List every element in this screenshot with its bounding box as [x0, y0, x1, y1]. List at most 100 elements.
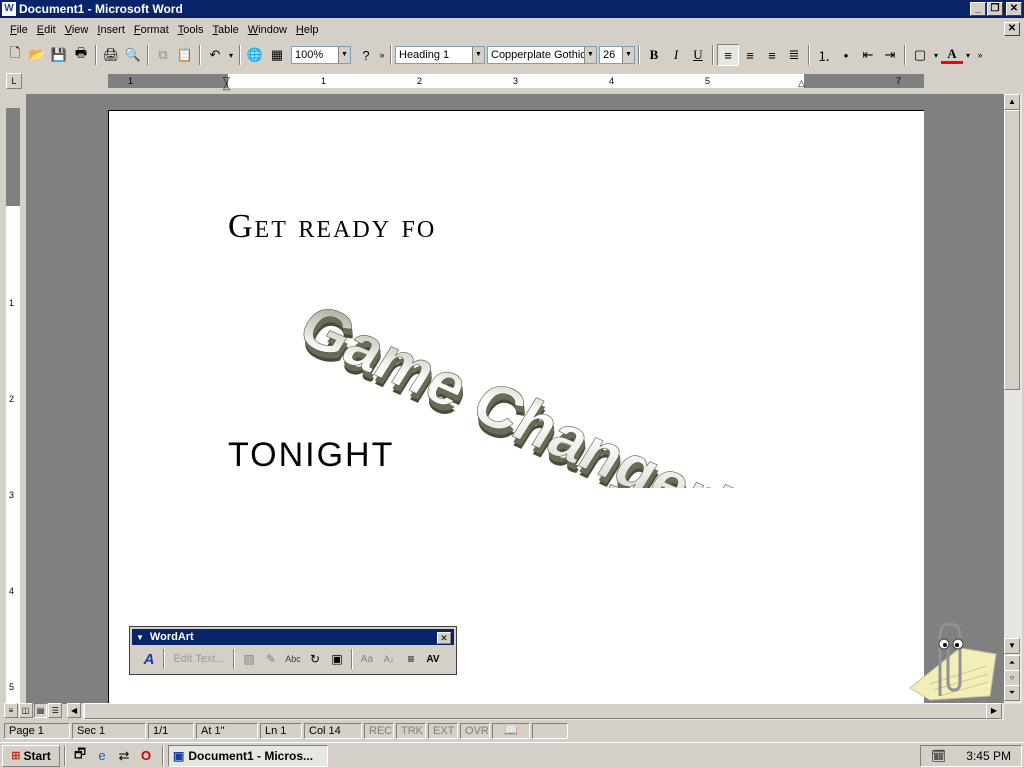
horizontal-scrollbar[interactable]: ▶ [82, 703, 1004, 720]
menu-view[interactable]: View [65, 24, 89, 36]
menu-tools[interactable]: Tools [178, 24, 204, 36]
font-size-select[interactable]: 26 ▼ [599, 46, 635, 64]
paste-icon[interactable]: 📋 [174, 44, 196, 66]
open-folder-icon[interactable]: 📂 [26, 44, 48, 66]
font-color-dropdown-icon[interactable]: ▾ [963, 44, 973, 66]
status-rec[interactable]: REC [364, 723, 394, 739]
restore-button[interactable]: ❐ [987, 2, 1003, 16]
vertical-ruler[interactable]: 1 2 3 4 5 [6, 108, 20, 704]
vertical-text-icon[interactable]: A↓ [378, 648, 400, 670]
more-buttons-icon[interactable]: » [973, 44, 987, 66]
scroll-down-icon[interactable]: ▼ [1004, 638, 1020, 654]
help-icon[interactable]: ? [355, 44, 377, 66]
status-ext[interactable]: EXT [428, 723, 458, 739]
taskbar-document-button[interactable]: ▣ Document1 - Micros... [168, 744, 328, 767]
minimize-button[interactable]: _ [970, 2, 986, 16]
internet-explorer-icon[interactable]: e [92, 746, 112, 766]
document-close-button[interactable]: ✕ [1004, 22, 1020, 36]
menu-edit[interactable]: Edit [37, 24, 56, 36]
increase-indent-icon[interactable]: ⇥ [879, 44, 901, 66]
office-assistant-clippy[interactable] [900, 618, 1000, 702]
status-trk[interactable]: TRK [396, 723, 426, 739]
permission-icon[interactable]: 🖶 [70, 44, 92, 66]
more-buttons-icon[interactable]: » [377, 44, 387, 66]
align-center-icon[interactable]: ≡ [739, 44, 761, 66]
status-ovr[interactable]: OVR [460, 723, 490, 739]
show-desktop-icon[interactable]: 🗗 [70, 746, 90, 766]
edit-text-button[interactable]: Edit Text... [168, 648, 230, 670]
style-select[interactable]: Heading 1 ▼ [395, 46, 485, 64]
scroll-right-icon[interactable]: ▶ [986, 703, 1002, 719]
menu-insert[interactable]: Insert [97, 24, 125, 36]
clock[interactable]: 3:45 PM [966, 749, 1011, 763]
close-icon[interactable]: ✕ [437, 632, 451, 644]
save-icon[interactable]: 💾 [48, 44, 70, 66]
character-spacing-icon[interactable]: AV [422, 648, 444, 670]
insert-table-icon[interactable]: ▦ [266, 44, 288, 66]
scroll-left-icon[interactable]: ◀ [67, 703, 81, 718]
menu-window[interactable]: Window [248, 24, 287, 36]
bold-button[interactable]: B [643, 44, 665, 66]
hanging-indent-marker[interactable]: △ [223, 82, 230, 91]
spelling-check-icon[interactable]: 📖 [492, 723, 530, 739]
undo-dropdown-icon[interactable]: ▾ [226, 44, 236, 66]
previous-page-icon[interactable]: ⏶ [1004, 655, 1020, 671]
zoom-select[interactable]: 100% ▼ [291, 46, 351, 64]
insert-wordart-icon[interactable]: A [138, 648, 160, 670]
next-page-icon[interactable]: ⏷ [1004, 685, 1020, 701]
horizontal-ruler[interactable]: 1 1 2 3 4 5 7 ▽ △ △ [108, 74, 924, 91]
format-wordart-icon[interactable]: ✎ [260, 648, 282, 670]
opera-icon[interactable]: O [136, 746, 156, 766]
border-icon[interactable]: ▢ [909, 44, 931, 66]
underline-button[interactable]: U [687, 44, 709, 66]
document-text-line[interactable]: TONIGHT [228, 436, 394, 475]
scheduler-icon[interactable]: 🗓 [931, 749, 946, 763]
scroll-up-icon[interactable]: ▲ [1004, 94, 1020, 110]
close-button[interactable]: ✕ [1006, 2, 1022, 16]
print-icon[interactable]: 🖨 [100, 44, 122, 66]
wordart-shape-icon[interactable]: Abc [282, 648, 304, 670]
menu-format[interactable]: Format [134, 24, 169, 36]
font-color-button[interactable]: A [941, 46, 963, 64]
menu-help[interactable]: Help [296, 24, 319, 36]
same-letter-heights-icon[interactable]: Aa [356, 648, 378, 670]
select-browse-object-icon[interactable]: ○ [1004, 670, 1020, 686]
wordart-toolbar-titlebar[interactable]: ▼ WordArt [132, 629, 454, 645]
numbering-icon[interactable]: ⒈ [813, 44, 835, 66]
align-right-icon[interactable]: ≡ [761, 44, 783, 66]
align-left-icon[interactable]: ≡ [717, 44, 739, 66]
document-text-line[interactable]: Get ready fo [228, 208, 436, 246]
font-select[interactable]: Copperplate Gothic ▼ [487, 46, 597, 64]
free-rotate-icon[interactable]: ↻ [304, 648, 326, 670]
toolbar-menu-icon[interactable]: ▼ [136, 633, 144, 642]
text-wrapping-icon[interactable]: ▣ [326, 648, 348, 670]
print-layout-icon[interactable]: ▤ [33, 703, 48, 718]
scroll-thumb[interactable] [1004, 110, 1020, 390]
new-document-icon[interactable]: 🗋 [4, 44, 26, 66]
menu-table[interactable]: Table [212, 24, 238, 36]
italic-button[interactable]: I [665, 44, 687, 66]
vertical-scrollbar[interactable]: ▲ ▼ ⏶ ○ ⏷ [1004, 94, 1022, 704]
copy-icon[interactable]: ⧉ [152, 44, 174, 66]
alignment-icon[interactable]: ≡ [400, 648, 422, 670]
border-dropdown-icon[interactable]: ▾ [931, 44, 941, 66]
normal-view-icon[interactable]: ≡ [4, 703, 18, 718]
font-value: Copperplate Gothic [491, 49, 586, 61]
bullets-icon[interactable]: • [835, 44, 857, 66]
wordart-gallery-icon[interactable]: ▧ [238, 648, 260, 670]
title-bar[interactable]: W Document1 - Microsoft Word [0, 0, 1024, 18]
menu-file[interactable]: File [10, 24, 28, 36]
web-toolbar-icon[interactable]: 🌐 [244, 44, 266, 66]
undo-icon[interactable]: ↶ [204, 44, 226, 66]
network-icon[interactable]: ⇄ [114, 746, 134, 766]
web-layout-icon[interactable]: ◫ [18, 703, 33, 718]
outline-view-icon[interactable]: ☰ [48, 703, 63, 718]
word-app-icon[interactable]: W [2, 2, 16, 16]
tab-selector-icon[interactable]: L [6, 73, 22, 89]
decrease-indent-icon[interactable]: ⇤ [857, 44, 879, 66]
print-preview-icon[interactable]: 🔍 [122, 44, 144, 66]
scroll-thumb[interactable] [84, 703, 988, 719]
right-indent-marker[interactable]: △ [798, 79, 805, 88]
start-button[interactable]: ⊞ Start [2, 744, 60, 767]
justify-icon[interactable]: ≣ [783, 44, 805, 66]
